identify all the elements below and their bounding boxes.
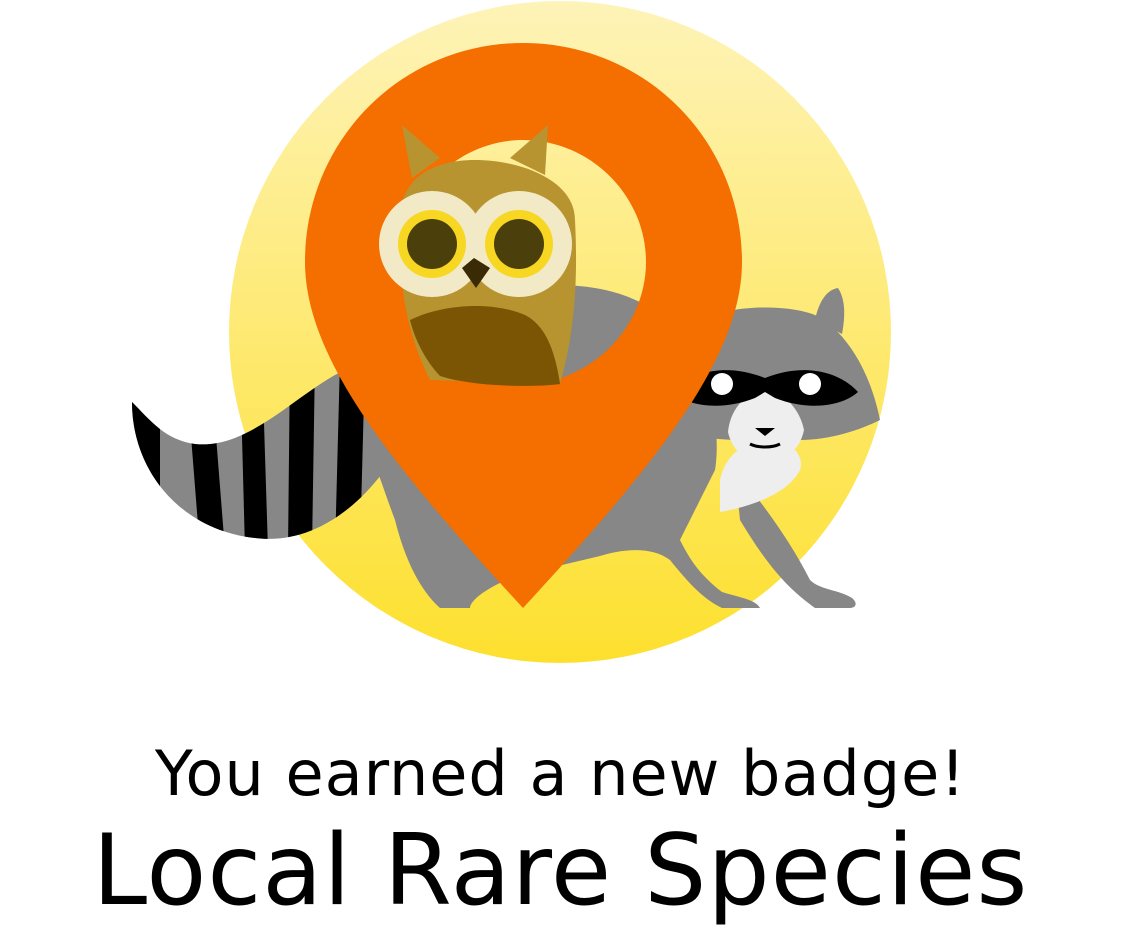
badge-illustration (132, 1, 891, 663)
badge-name: Local Rare Species (92, 814, 1029, 928)
badge-earned-message: You earned a new badge! (154, 737, 967, 810)
